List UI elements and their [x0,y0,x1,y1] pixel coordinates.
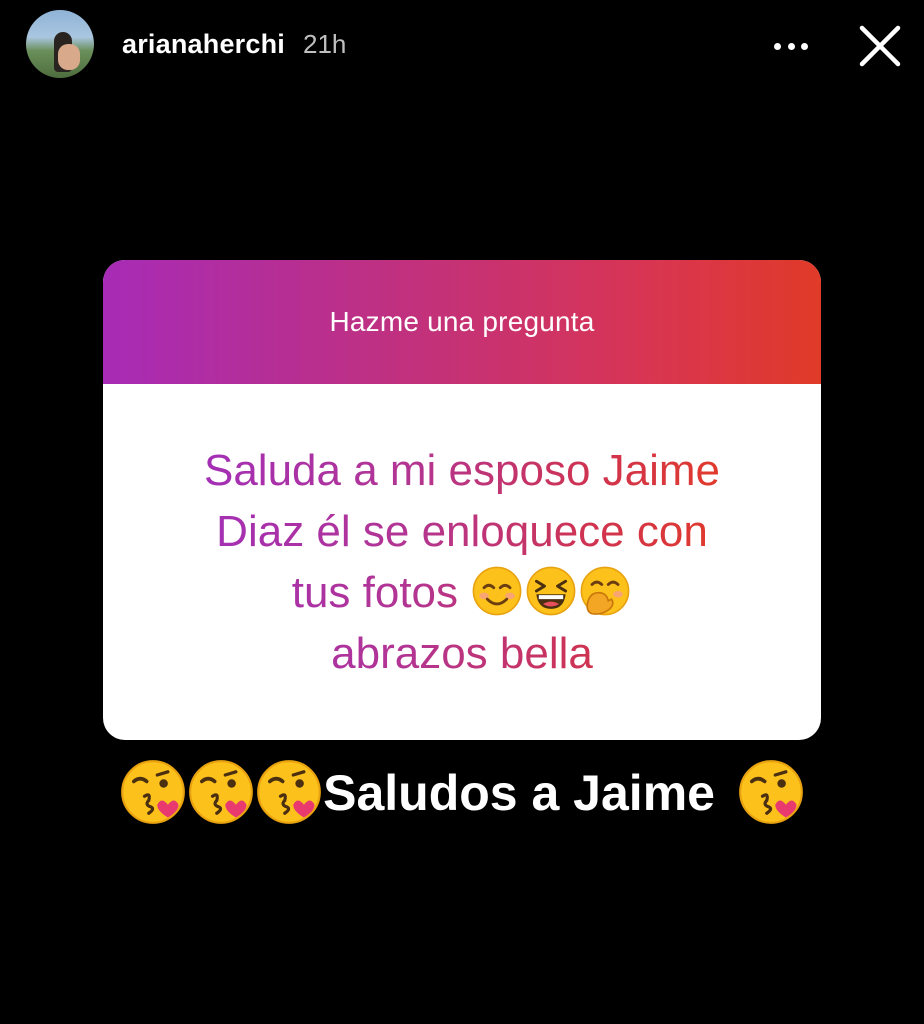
question-line-4: abrazos bella [331,629,593,678]
story-header: arianaherchi 21h [26,8,901,80]
close-icon[interactable] [856,22,904,70]
reply-text: Saludos a Jaime [323,765,715,821]
more-options-icon[interactable] [774,42,808,50]
story-viewer[interactable]: arianaherchi 21h Hazme una pregunta Salu… [0,0,924,1024]
kissing-face-icon [257,760,321,824]
question-sticker-title: Hazme una pregunta [103,260,821,384]
username[interactable]: arianaherchi [122,29,285,60]
post-time: 21h [302,28,347,59]
hand-over-mouth-face-icon [580,566,630,616]
question-line-2: Diaz él se enloquece con [216,507,708,556]
smiling-face-icon [472,566,522,616]
question-line-3: tus fotos [291,568,459,617]
avatar[interactable] [26,10,94,78]
question-sticker: Hazme una pregunta Saluda a mi esposo Ja… [103,260,821,740]
kissing-face-icon [189,760,253,824]
reply-caption: Saludos a Jaime [0,758,924,826]
kissing-face-icon [739,760,803,824]
question-text: Saluda a mi esposo Jaime Diaz él se enlo… [204,440,720,684]
question-sticker-body: Saluda a mi esposo Jaime Diaz él se enlo… [103,384,821,740]
question-line-1: Saluda a mi esposo Jaime [203,446,721,495]
laughing-face-icon [526,566,576,616]
kissing-face-icon [121,760,185,824]
